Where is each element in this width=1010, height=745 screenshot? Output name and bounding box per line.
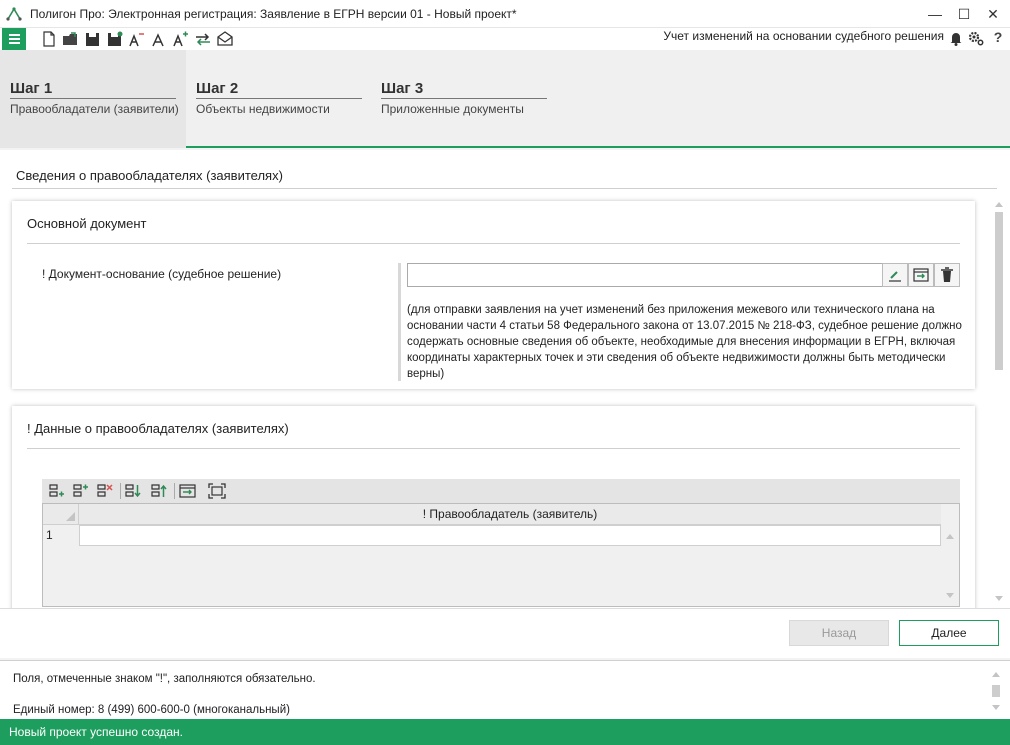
- minimize-button[interactable]: —: [921, 4, 949, 24]
- close-button[interactable]: ✕: [979, 4, 1007, 24]
- rightholders-title: ! Данные о правообладателях (заявителях): [27, 421, 289, 436]
- step-1-label: Правообладатели (заявители): [10, 102, 179, 116]
- step-1-number: Шаг 1: [10, 80, 176, 99]
- court-decision-mode-label[interactable]: Учет изменений на основании судебного ре…: [663, 29, 944, 43]
- trash-icon: [941, 267, 953, 282]
- hamburger-menu-button[interactable]: [2, 28, 26, 50]
- main-content: Сведения о правообладателях (заявителях)…: [0, 150, 1010, 608]
- grid-cell-rightholder[interactable]: [79, 525, 941, 546]
- title-bar: Полигон Про: Электронная регистрация: За…: [0, 0, 1010, 28]
- field-group-bar: [398, 263, 401, 381]
- app-logo-icon: [6, 7, 22, 21]
- maximize-button[interactable]: ☐: [950, 4, 978, 24]
- step-2-number: Шаг 2: [196, 80, 362, 99]
- next-button[interactable]: Далее: [899, 620, 999, 646]
- help-icon[interactable]: ?: [990, 29, 1006, 45]
- toolbar-separator: [174, 483, 175, 499]
- save-as-icon[interactable]: [106, 31, 124, 47]
- scroll-thumb[interactable]: [995, 212, 1003, 370]
- insert-row-icon[interactable]: [72, 483, 90, 499]
- send-envelope-icon[interactable]: [216, 31, 234, 47]
- wizard-steps: Шаг 1 Правообладатели (заявители) Шаг 2 …: [0, 50, 1010, 148]
- wizard-footer: Назад Далее: [0, 608, 1010, 658]
- step-2-label: Объекты недвижимости: [196, 102, 330, 116]
- settings-icon[interactable]: [968, 30, 984, 46]
- select-from-list-icon[interactable]: [179, 483, 197, 499]
- save-icon[interactable]: [84, 31, 102, 47]
- tab-step-1[interactable]: Шаг 1 Правообладатели (заявители): [0, 50, 186, 148]
- basis-document-input[interactable]: [407, 263, 883, 287]
- font-increase-icon[interactable]: [172, 31, 190, 47]
- delete-row-icon[interactable]: [96, 483, 114, 499]
- main-document-title: Основной документ: [27, 216, 147, 231]
- delete-document-button[interactable]: [934, 263, 960, 287]
- grid-scroll-arrows-icon: [946, 534, 954, 598]
- font-decrease-icon[interactable]: [128, 31, 146, 47]
- grid-row-number: 1: [46, 528, 53, 542]
- pencil-icon: [889, 271, 901, 282]
- step-3-number: Шаг 3: [381, 80, 547, 99]
- open-folder-icon[interactable]: [62, 31, 80, 47]
- corner-triangle-icon: [66, 512, 75, 521]
- section-title: Сведения о правообладателях (заявителях): [16, 168, 283, 183]
- basis-document-help-text: (для отправки заявления на учет изменени…: [407, 304, 962, 380]
- grid-toolbar: [42, 479, 960, 503]
- edit-document-button[interactable]: [882, 263, 908, 287]
- rightholders-grid: ! Правообладатель (заявитель) 1: [42, 503, 960, 607]
- tab-step-2[interactable]: Шаг 2 Объекты недвижимости: [186, 50, 372, 148]
- grid-column-header[interactable]: ! Правообладатель (заявитель): [79, 504, 941, 525]
- card-divider: [27, 243, 960, 244]
- fullscreen-icon[interactable]: [208, 483, 226, 499]
- status-bar: Новый проект успешно создан.: [0, 719, 1010, 745]
- info-panel: Поля, отмеченные знаком "!", заполняются…: [0, 660, 1010, 719]
- info-scrollbar[interactable]: [990, 667, 1002, 717]
- back-button[interactable]: Назад: [789, 620, 889, 646]
- info-scroll-arrows-icon: [992, 672, 1000, 710]
- tab-step-3[interactable]: Шаг 3 Приложенные документы: [371, 50, 557, 148]
- grid-corner[interactable]: [43, 504, 79, 525]
- swap-icon[interactable]: [194, 31, 212, 47]
- content-scrollbar[interactable]: [993, 198, 1005, 606]
- support-phone-text: Единый номер: 8 (499) 600-600-0 (многока…: [13, 704, 290, 716]
- add-row-icon[interactable]: [48, 483, 66, 499]
- bell-icon[interactable]: [948, 30, 964, 46]
- move-up-icon[interactable]: [150, 483, 168, 499]
- main-document-card: Основной документ ! Документ-основание (…: [12, 201, 975, 389]
- card-divider: [27, 448, 960, 449]
- window-title: Полигон Про: Электронная регистрация: За…: [30, 7, 517, 21]
- section-divider: [12, 188, 997, 189]
- grid-scrollbar[interactable]: [941, 525, 959, 607]
- step-3-label: Приложенные документы: [381, 102, 524, 116]
- basis-document-label: ! Документ-основание (судебное решение): [42, 267, 282, 281]
- font-normal-icon[interactable]: [150, 31, 168, 47]
- new-file-icon[interactable]: [40, 31, 58, 47]
- required-fields-note: Поля, отмеченные знаком "!", заполняются…: [13, 673, 316, 685]
- select-document-button[interactable]: [908, 263, 934, 287]
- toolbar-separator: [120, 483, 121, 499]
- rightholders-card: ! Данные о правообладателях (заявителях): [12, 406, 975, 608]
- move-down-icon[interactable]: [124, 483, 142, 499]
- select-document-icon: [913, 268, 929, 282]
